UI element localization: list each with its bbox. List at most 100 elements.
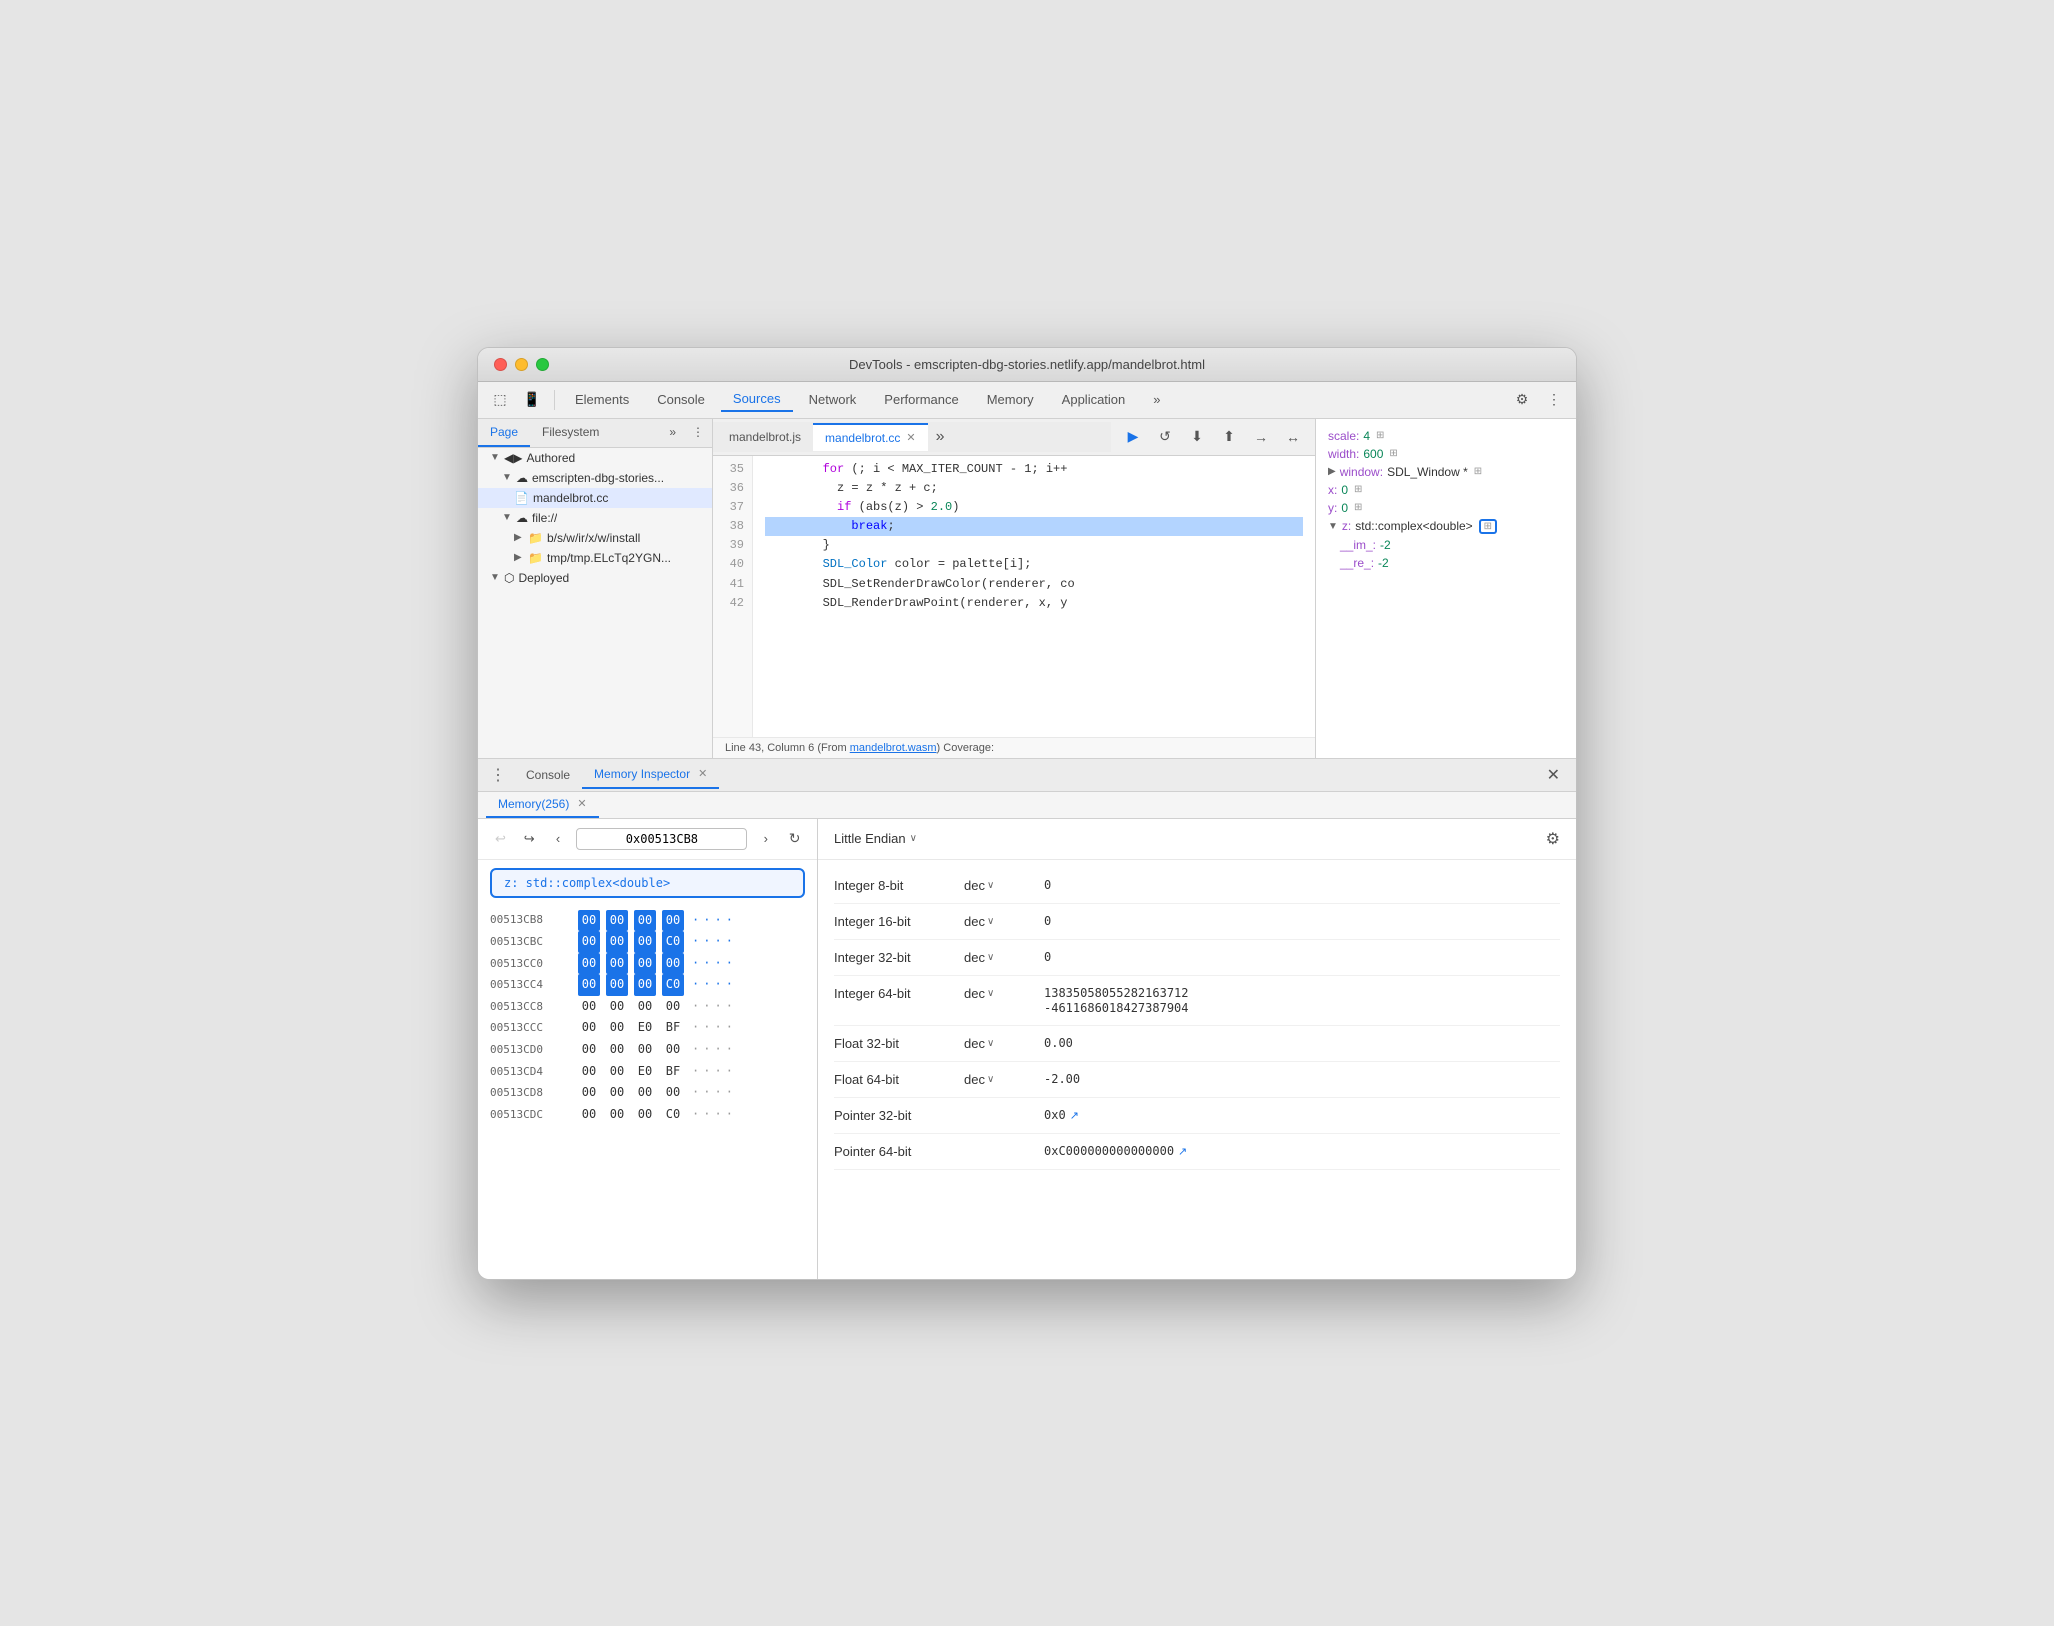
hex-byte[interactable]: C0: [662, 974, 684, 996]
more-options-icon[interactable]: ⋮: [1540, 386, 1568, 414]
minimize-button[interactable]: [515, 358, 528, 371]
device-toolbar-icon[interactable]: 📱: [518, 386, 546, 414]
hex-byte[interactable]: 00: [606, 1104, 628, 1126]
close-button[interactable]: [494, 358, 507, 371]
hex-byte[interactable]: 00: [578, 1104, 600, 1126]
hex-byte[interactable]: E0: [634, 1061, 656, 1083]
hex-byte[interactable]: 00: [662, 910, 684, 932]
tree-item-mandelbrot-cc[interactable]: 📄 mandelbrot.cc: [478, 488, 712, 508]
tab-application[interactable]: Application: [1050, 388, 1138, 411]
hex-byte[interactable]: 00: [662, 996, 684, 1018]
hex-byte[interactable]: 00: [606, 931, 628, 953]
tab-more[interactable]: »: [1141, 388, 1172, 411]
forward-button[interactable]: ↪: [519, 827, 540, 851]
hex-byte[interactable]: 00: [662, 1039, 684, 1061]
memory-icon[interactable]: ⊞: [1389, 448, 1397, 459]
next-button[interactable]: ›: [755, 827, 776, 851]
hex-byte[interactable]: 00: [606, 1082, 628, 1104]
sidebar-tab-page[interactable]: Page: [478, 419, 530, 447]
pointer-link[interactable]: ↗: [1178, 1145, 1187, 1158]
tab-memory[interactable]: Memory: [975, 388, 1046, 411]
hex-byte[interactable]: 00: [578, 953, 600, 975]
hex-byte[interactable]: BF: [662, 1061, 684, 1083]
hex-byte[interactable]: 00: [606, 1039, 628, 1061]
tab-memory-inspector[interactable]: Memory Inspector ✕: [582, 761, 719, 789]
tab-close-icon[interactable]: ✕: [906, 431, 915, 444]
hex-byte[interactable]: 00: [606, 1061, 628, 1083]
hex-byte[interactable]: 00: [578, 1061, 600, 1083]
inspect-element-icon[interactable]: ⬚: [486, 386, 514, 414]
tab-close-icon[interactable]: ✕: [698, 767, 707, 780]
sidebar-more-icon[interactable]: »: [661, 419, 684, 447]
tree-item-tmp[interactable]: ▶ 📁 tmp/tmp.ELcTq2YGN...: [478, 548, 712, 568]
hex-byte[interactable]: E0: [634, 1017, 656, 1039]
scope-z[interactable]: ▼ z: std::complex<double> ⊞: [1316, 517, 1576, 536]
step-into-button[interactable]: ⬇: [1183, 423, 1211, 451]
interp-fmt[interactable]: dec ∨: [964, 878, 1044, 893]
interp-fmt[interactable]: dec ∨: [964, 950, 1044, 965]
tree-item-emscripten[interactable]: ▼ ☁ emscripten-dbg-stories...: [478, 468, 712, 488]
hex-byte[interactable]: 00: [606, 996, 628, 1018]
step-over-button[interactable]: ↺: [1151, 423, 1179, 451]
tree-item-file[interactable]: ▼ ☁ file://: [478, 508, 712, 528]
tab-console[interactable]: Console: [514, 762, 582, 788]
hex-byte[interactable]: C0: [662, 931, 684, 953]
hex-byte[interactable]: 00: [578, 1039, 600, 1061]
maximize-button[interactable]: [536, 358, 549, 371]
memory-tab-close[interactable]: ✕: [577, 797, 586, 810]
hex-byte[interactable]: 00: [634, 910, 656, 932]
hex-byte[interactable]: 00: [634, 974, 656, 996]
hex-byte[interactable]: 00: [578, 1017, 600, 1039]
interp-fmt[interactable]: dec ∨: [964, 914, 1044, 929]
interp-fmt[interactable]: dec ∨: [964, 1036, 1044, 1051]
tree-item-deployed[interactable]: ▼ ⬡ Deployed: [478, 568, 712, 588]
prev-button[interactable]: ‹: [548, 827, 569, 851]
tree-item-install[interactable]: ▶ 📁 b/s/w/ir/x/w/install: [478, 528, 712, 548]
endian-selector[interactable]: Little Endian ∨: [834, 831, 917, 846]
hex-byte[interactable]: BF: [662, 1017, 684, 1039]
bottom-dots-icon[interactable]: ⋮: [486, 759, 510, 791]
memory-icon[interactable]: ⊞: [1354, 502, 1362, 513]
code-tab-mandelbrot-cc[interactable]: mandelbrot.cc ✕: [813, 423, 928, 451]
hex-byte[interactable]: 00: [662, 1082, 684, 1104]
code-tab-mandelbrot-js[interactable]: mandelbrot.js: [717, 424, 813, 450]
refresh-button[interactable]: ↻: [784, 827, 805, 851]
resume-button[interactable]: ▶: [1119, 423, 1147, 451]
settings-icon[interactable]: ⚙: [1546, 829, 1560, 849]
memory-icon[interactable]: ⊞: [1376, 430, 1384, 441]
interp-fmt[interactable]: dec ∨: [964, 986, 1044, 1001]
hex-byte[interactable]: 00: [606, 953, 628, 975]
step-out-button[interactable]: ⬆: [1215, 423, 1243, 451]
hex-byte[interactable]: 00: [578, 910, 600, 932]
tab-network[interactable]: Network: [797, 388, 869, 411]
tab-elements[interactable]: Elements: [563, 388, 641, 411]
hex-byte[interactable]: 00: [662, 953, 684, 975]
hex-byte[interactable]: 00: [634, 931, 656, 953]
hex-byte[interactable]: 00: [634, 953, 656, 975]
wasm-link[interactable]: mandelbrot.wasm: [850, 742, 937, 754]
expand-icon[interactable]: ▶: [1328, 466, 1336, 477]
memory-tab-256[interactable]: Memory(256) ✕: [486, 792, 599, 818]
hex-byte[interactable]: 00: [606, 974, 628, 996]
hex-byte[interactable]: 00: [578, 1082, 600, 1104]
sidebar-tab-filesystem[interactable]: Filesystem: [530, 419, 611, 447]
settings-icon[interactable]: ⚙: [1508, 386, 1536, 414]
scope-window[interactable]: ▶ window: SDL_Window * ⊞: [1316, 463, 1576, 481]
sidebar-dots-icon[interactable]: ⋮: [684, 419, 712, 447]
tab-console[interactable]: Console: [645, 388, 717, 411]
deactivate-breakpoints-button[interactable]: ↔: [1279, 423, 1307, 451]
memory-icon[interactable]: ⊞: [1354, 484, 1362, 495]
tree-item-authored[interactable]: ▼ ◀▶ Authored: [478, 448, 712, 468]
panel-close-button[interactable]: ✕: [1539, 761, 1568, 789]
code-view[interactable]: 35 36 37 38 39 40 41 42 for (; i < MAX_I…: [713, 456, 1315, 737]
hex-byte[interactable]: 00: [606, 1017, 628, 1039]
memory-icon[interactable]: ⊞: [1474, 466, 1482, 477]
hex-byte[interactable]: 00: [578, 974, 600, 996]
file-tabs-more-icon[interactable]: »: [928, 422, 953, 452]
hex-byte[interactable]: 00: [606, 910, 628, 932]
address-input[interactable]: [576, 828, 747, 850]
memory-inspect-icon[interactable]: ⊞: [1479, 519, 1497, 534]
expand-icon[interactable]: ▼: [1328, 521, 1338, 532]
tab-performance[interactable]: Performance: [872, 388, 970, 411]
pointer-link[interactable]: ↗: [1070, 1109, 1079, 1122]
